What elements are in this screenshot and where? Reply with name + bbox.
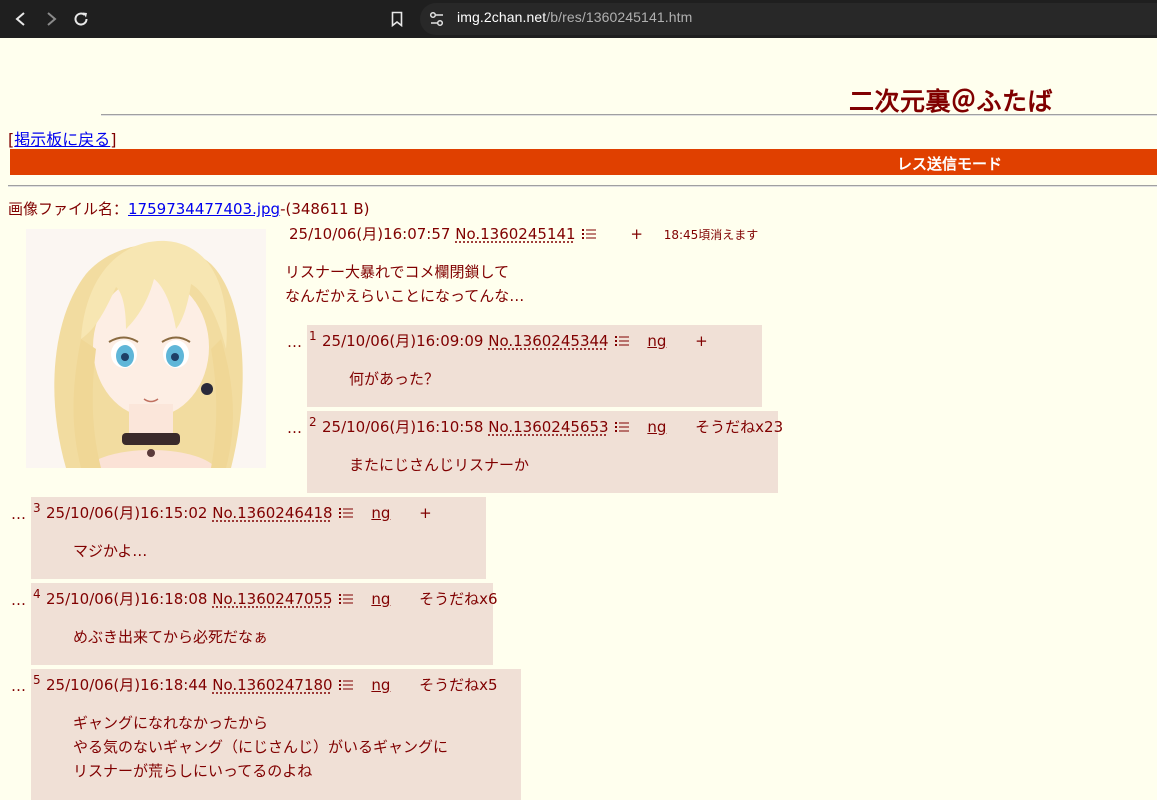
reply-number[interactable]: No.1360245344: [488, 332, 608, 350]
reload-icon[interactable]: [70, 8, 92, 30]
forward-arrow-icon[interactable]: [40, 8, 62, 30]
bookmark-icon[interactable]: [386, 8, 408, 30]
reply-dots: …: [287, 419, 302, 437]
reply-body: またにじさんじリスナーか: [349, 453, 529, 477]
site-info-icon[interactable]: [428, 10, 446, 28]
sodane-button[interactable]: そうだねx23: [695, 418, 783, 436]
mode-label: レス送信モード: [897, 155, 1003, 173]
op-date: 25/10/06(月)16:07:57: [289, 225, 451, 243]
reply-header: 25/10/06(月)16:18:44 No.1360247180 ng そうだ…: [46, 674, 498, 695]
reply-body: ギャングになれなかったから やる気のないギャング（にじさんじ）がいるギャングに …: [73, 711, 448, 783]
file-info: 画像ファイル名：1759734477403.jpg-(348611 B): [8, 200, 370, 218]
op-plus-button[interactable]: +: [630, 225, 643, 243]
reply-body-line: 何があった？: [349, 370, 440, 388]
mode-bar: レス送信モード: [10, 149, 1157, 175]
reply-box: 1 25/10/06(月)16:09:09 No.1360245344 ng +…: [307, 325, 762, 407]
page: 二次元裏＠ふたば [掲示板に戻る] レス送信モード 画像ファイル名：175973…: [0, 38, 1157, 800]
board-title: 二次元裏＠ふたば: [848, 87, 1053, 116]
reply-date: 25/10/06(月)16:10:58: [322, 418, 484, 436]
browser-toolbar: img.2chan.net/b/res/1360245141.htm: [0, 0, 1157, 38]
reply-body-line: めぶき出来てから必死だなぁ: [73, 628, 269, 646]
url-text: img.2chan.net/b/res/1360245141.htm: [457, 9, 693, 25]
reply-index: 1: [309, 329, 317, 343]
post-menu-icon[interactable]: [614, 333, 629, 351]
reply-body: マジかよ…: [73, 539, 147, 563]
expire-notice: 18:45頃消えます: [663, 228, 759, 242]
reply-body: めぶき出来てから必死だなぁ: [73, 625, 268, 649]
reply-date: 25/10/06(月)16:15:02: [46, 504, 208, 522]
sodane-button[interactable]: そうだねx5: [419, 676, 497, 694]
op-header: 25/10/06(月)16:07:57 No.1360245141 + 18:4…: [289, 223, 758, 244]
op-body-line: リスナー大暴れでコメ欄閉鎖して: [285, 263, 510, 281]
reply-header: 25/10/06(月)16:10:58 No.1360245653 ng そうだ…: [322, 416, 783, 437]
reply-number[interactable]: No.1360247055: [212, 590, 332, 608]
reply-body: 何があった？: [349, 367, 439, 391]
divider: [101, 114, 1157, 116]
reply-date: 25/10/06(月)16:18:08: [46, 590, 208, 608]
reply-dots: …: [11, 677, 26, 695]
op-body-line: なんだかえらいことになってんな…: [285, 287, 525, 305]
reply-number[interactable]: No.1360247180: [212, 676, 332, 694]
reply-box: 5 25/10/06(月)16:18:44 No.1360247180 ng そ…: [31, 669, 521, 800]
ng-button[interactable]: ng: [371, 504, 390, 522]
reply-dots: …: [287, 333, 302, 351]
post-menu-icon[interactable]: [581, 226, 596, 244]
reply-box: 3 25/10/06(月)16:15:02 No.1360246418 ng +…: [31, 497, 486, 579]
reply-box: 2 25/10/06(月)16:10:58 No.1360245653 ng そ…: [307, 411, 783, 493]
op-body: リスナー大暴れでコメ欄閉鎖して なんだかえらいことになってんな…: [285, 260, 524, 308]
post-menu-icon[interactable]: [338, 677, 353, 695]
reply-index: 2: [309, 415, 317, 429]
post-menu-icon[interactable]: [338, 591, 353, 609]
reply-header: 25/10/06(月)16:18:08 No.1360247055 ng そうだ…: [46, 588, 498, 609]
back-to-board-link[interactable]: 掲示板に戻る: [14, 130, 110, 149]
ng-button[interactable]: ng: [371, 676, 390, 694]
reply-number[interactable]: No.1360245653: [488, 418, 608, 436]
post-menu-icon[interactable]: [614, 419, 629, 437]
reply-dots: …: [11, 591, 26, 609]
sodane-button[interactable]: そうだねx6: [419, 590, 497, 608]
reply-number[interactable]: No.1360246418: [212, 504, 332, 522]
ng-button[interactable]: ng: [647, 332, 666, 350]
reply-body-line: マジかよ…: [73, 542, 148, 560]
reply-date: 25/10/06(月)16:09:09: [322, 332, 484, 350]
address-bar[interactable]: img.2chan.net/b/res/1360245141.htm: [420, 3, 1157, 35]
back-arrow-icon[interactable]: [10, 8, 32, 30]
back-link-wrap: [掲示板に戻る]: [8, 130, 117, 149]
reply-dots: …: [11, 505, 26, 523]
reply-body-line: またにじさんじリスナーか: [349, 456, 530, 474]
reply-index: 3: [33, 501, 41, 515]
image-file-link[interactable]: 1759734477403.jpg: [128, 200, 280, 218]
reply-header: 25/10/06(月)16:09:09 No.1360245344 ng +: [322, 330, 708, 351]
reply-index: 4: [33, 587, 41, 601]
ng-button[interactable]: ng: [647, 418, 666, 436]
reply-plus-button[interactable]: +: [419, 504, 432, 522]
thread-thumbnail[interactable]: [26, 229, 266, 468]
reply-date: 25/10/06(月)16:18:44: [46, 676, 208, 694]
reply-box: 4 25/10/06(月)16:18:08 No.1360247055 ng そ…: [31, 583, 498, 665]
reply-header: 25/10/06(月)16:15:02 No.1360246418 ng +: [46, 502, 432, 523]
reply-index: 5: [33, 673, 41, 687]
post-menu-icon[interactable]: [338, 505, 353, 523]
reply-plus-button[interactable]: +: [695, 332, 708, 350]
reply-body-line: リスナーが荒らしにいってるのよね: [73, 762, 313, 780]
reply-body-line: ギャングになれなかったから: [73, 714, 269, 732]
op-number[interactable]: No.1360245141: [455, 225, 575, 243]
ng-button[interactable]: ng: [371, 590, 390, 608]
reply-body-line: やる気のないギャング（にじさんじ）がいるギャングに: [73, 738, 449, 756]
divider: [8, 185, 1157, 187]
